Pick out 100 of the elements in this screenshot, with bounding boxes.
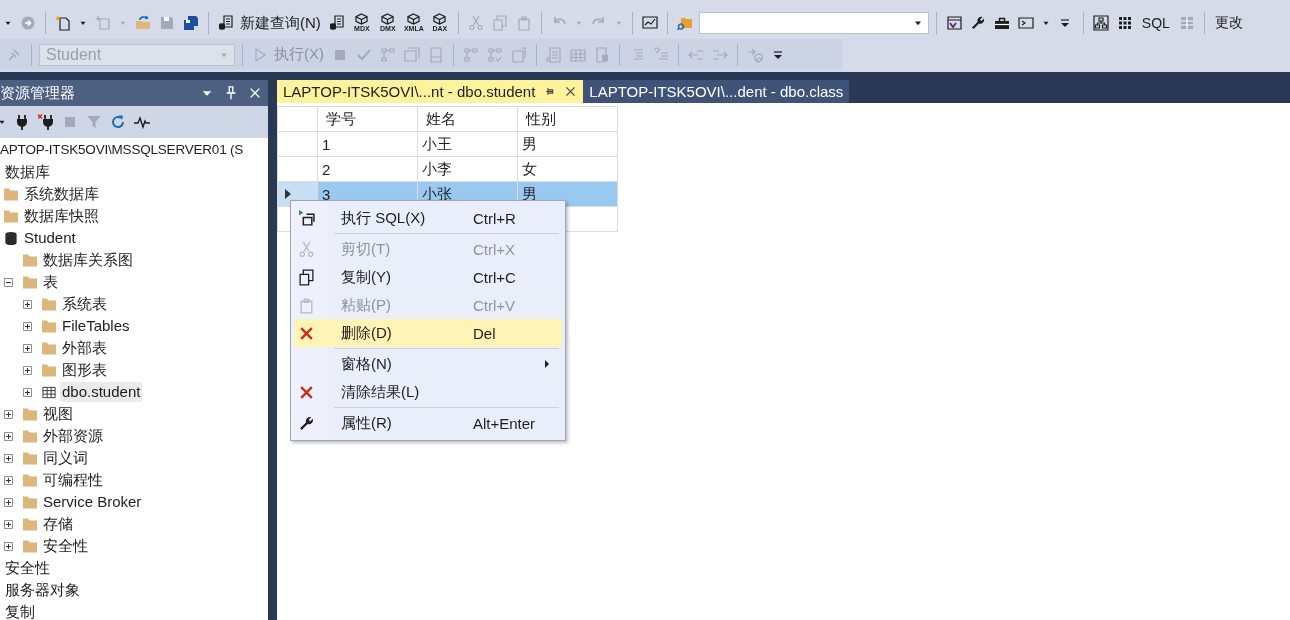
- document-tab[interactable]: LAPTOP-ITSK5OVI\...dent - dbo.class: [583, 80, 850, 103]
- plug-icon[interactable]: [14, 114, 30, 130]
- table-cell[interactable]: 小王: [417, 131, 518, 157]
- menu-item[interactable]: 复制(Y) Ctrl+C: [294, 263, 562, 291]
- expand-icon[interactable]: [23, 299, 32, 309]
- tree-item[interactable]: 外部资源: [41, 426, 105, 446]
- menu-item[interactable]: 属性(R) Alt+Enter: [294, 409, 562, 437]
- play-icon: [252, 46, 268, 63]
- tree-item[interactable]: 图形表: [60, 360, 109, 380]
- run-window-icon: [298, 209, 315, 227]
- expand-icon[interactable]: [4, 431, 13, 441]
- expand-icon[interactable]: [23, 343, 32, 353]
- close-icon[interactable]: [248, 86, 262, 100]
- refresh-icon[interactable]: [110, 114, 126, 130]
- column-header: 学号: [317, 106, 418, 132]
- expand-icon[interactable]: [4, 519, 13, 529]
- table-cell[interactable]: 2: [317, 156, 418, 182]
- database-icon: [3, 230, 19, 246]
- expand-icon[interactable]: [4, 453, 13, 463]
- expand-icon[interactable]: [4, 497, 13, 507]
- folder-icon: [41, 362, 57, 378]
- folder-icon: [22, 494, 38, 510]
- tree-item[interactable]: Service Broker: [41, 492, 144, 512]
- tree-item[interactable]: 安全性: [41, 536, 90, 556]
- menu-item[interactable]: 执行 SQL(X) Ctrl+R: [294, 204, 562, 232]
- folder-icon: [22, 450, 38, 466]
- document-tab[interactable]: LAPTOP-ITSK5OVI\...nt - dbo.student: [277, 80, 584, 103]
- toolbar-button[interactable]: 新建查询(N): [214, 10, 325, 36]
- folder-icon: [22, 472, 38, 488]
- plug-cross-icon[interactable]: [38, 114, 54, 130]
- search-folder-icon[interactable]: [676, 15, 693, 31]
- tree-item[interactable]: Student: [22, 228, 78, 248]
- folder-icon: [22, 406, 38, 422]
- wrench-icon[interactable]: [969, 15, 986, 31]
- toolbox-icon[interactable]: [993, 15, 1010, 31]
- tree-item[interactable]: 数据库: [3, 162, 52, 182]
- folder-icon: [41, 296, 57, 312]
- monitor-chart-icon[interactable]: [641, 15, 658, 31]
- expand-icon[interactable]: [4, 409, 13, 419]
- cube-icon: [380, 13, 396, 25]
- panel-title: 资源管理器: [0, 83, 76, 103]
- expand-icon[interactable]: [4, 475, 13, 485]
- close-icon[interactable]: [564, 85, 578, 98]
- expand-icon[interactable]: [23, 387, 32, 397]
- menu-item[interactable]: 清除结果(L): [294, 378, 562, 406]
- floppy-disks-icon[interactable]: [183, 15, 199, 31]
- tree-item[interactable]: 存储: [41, 514, 75, 534]
- terminal-icon[interactable]: [1017, 15, 1034, 31]
- folder-icon: [41, 340, 57, 356]
- folder-icon: [22, 428, 38, 444]
- tree-item[interactable]: 系统数据库: [22, 184, 101, 204]
- tree-item[interactable]: 系统表: [60, 294, 109, 314]
- tree-item[interactable]: 可编程性: [41, 470, 105, 490]
- tree-item[interactable]: 安全性: [3, 558, 52, 578]
- hierarchy-icon[interactable]: [1092, 15, 1109, 31]
- collapse-icon[interactable]: [4, 277, 13, 287]
- pin-icon[interactable]: [224, 86, 238, 100]
- folder-icon: [22, 538, 38, 554]
- tree-item[interactable]: 视图: [41, 404, 75, 424]
- toolbar-button[interactable]: 更改: [1209, 10, 1248, 36]
- corner-cell: [277, 106, 318, 132]
- tree-item[interactable]: 服务器对象: [3, 580, 82, 600]
- folder-icon: [3, 186, 19, 202]
- tree-item[interactable]: FileTables: [60, 316, 132, 336]
- table-cell[interactable]: 男: [517, 131, 618, 157]
- tree-item[interactable]: 表: [41, 272, 60, 292]
- column-header: 姓名: [417, 106, 518, 132]
- table-cell[interactable]: 小李: [417, 156, 518, 182]
- pulse-icon[interactable]: [134, 114, 150, 130]
- menu-item[interactable]: 删除(D) Del: [294, 319, 562, 347]
- tree-item[interactable]: 数据库关系图: [41, 250, 135, 270]
- wrench-icon: [298, 414, 315, 432]
- document-icon: [218, 15, 234, 31]
- toolbar-button[interactable]: SQL: [1136, 10, 1175, 36]
- folder-icon: [22, 252, 38, 268]
- folder-icon: [3, 208, 19, 224]
- table-icon: [41, 384, 57, 400]
- tree-item[interactable]: APTOP-ITSK5OVI\MSSQLSERVER01 (S: [0, 140, 244, 160]
- folder-icon: [22, 274, 38, 290]
- new-file-icon[interactable]: [55, 15, 71, 31]
- dot-grid-icon[interactable]: [1116, 15, 1133, 31]
- clipboard-icon: [298, 296, 315, 314]
- window-logo-icon[interactable]: [945, 15, 962, 31]
- tree-item[interactable]: dbo.student: [60, 382, 143, 402]
- menu-item[interactable]: 窗格(N): [294, 350, 562, 378]
- folder-icon: [22, 516, 38, 532]
- open-folder-icon[interactable]: [135, 15, 151, 31]
- scissors-icon: [298, 240, 315, 258]
- cube-icon: [354, 13, 370, 25]
- table-cell[interactable]: 1: [317, 131, 418, 157]
- tree-item[interactable]: 复制: [3, 602, 37, 620]
- expand-icon[interactable]: [23, 321, 32, 331]
- copy-pages-icon: [298, 268, 315, 286]
- expand-icon[interactable]: [23, 365, 32, 375]
- tree-item[interactable]: 同义词: [41, 448, 90, 468]
- table-cell[interactable]: 女: [517, 156, 618, 182]
- tree-item[interactable]: 数据库快照: [22, 206, 101, 226]
- document-db-icon[interactable]: [328, 15, 345, 31]
- expand-icon[interactable]: [4, 541, 13, 551]
- tree-item[interactable]: 外部表: [60, 338, 109, 358]
